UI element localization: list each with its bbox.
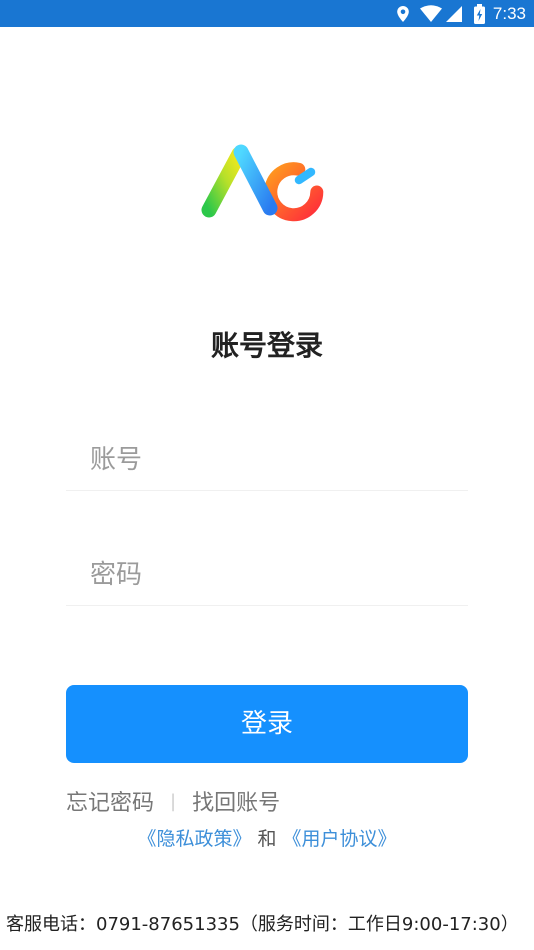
privacy-policy-link[interactable]: 《隐私政策》	[137, 828, 251, 850]
link-divider: |	[170, 790, 177, 812]
status-bar: 7:33	[0, 0, 534, 27]
login-button[interactable]: 登录	[66, 685, 468, 763]
forgot-password-link[interactable]: 忘记密码	[66, 785, 154, 817]
password-field	[66, 545, 468, 606]
account-field	[66, 430, 468, 491]
agreement-and-text: 和	[257, 828, 277, 850]
agreement-row: 《隐私政策》和《用户协议》	[0, 826, 534, 852]
status-time: 7:33	[492, 4, 526, 23]
customer-service-info: 客服电话：0791-87651335（服务时间：工作日9:00-17:30）	[6, 914, 519, 935]
account-links: 忘记密码 | 找回账号	[66, 785, 280, 817]
password-input[interactable]	[90, 545, 460, 605]
signal-icon	[445, 5, 462, 22]
app-logo-icon	[201, 144, 324, 222]
wifi-icon	[419, 4, 442, 22]
location-icon	[397, 5, 409, 22]
account-input[interactable]	[90, 430, 460, 490]
status-icons: 7:33	[396, 0, 526, 27]
user-agreement-link[interactable]: 《用户协议》	[283, 828, 397, 850]
battery-icon	[473, 3, 485, 24]
page-title: 账号登录	[210, 329, 323, 362]
recover-account-link[interactable]: 找回账号	[192, 785, 280, 817]
